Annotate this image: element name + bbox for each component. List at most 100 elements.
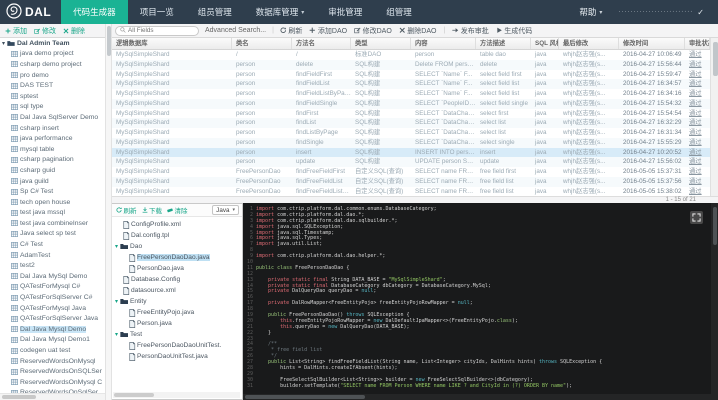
project-tree-item[interactable]: java demo project bbox=[0, 49, 105, 60]
project-tree-item[interactable]: ReservedWordsOnMysql bbox=[0, 356, 105, 367]
project-tree-item[interactable]: mysql table bbox=[0, 144, 105, 155]
project-tree-item[interactable]: java guild bbox=[0, 176, 105, 187]
file-tree-folder[interactable]: ▾ Dao bbox=[112, 241, 242, 252]
files-refresh-button[interactable]: 刷新 bbox=[116, 205, 137, 215]
approval-status-link[interactable]: 通过 bbox=[689, 188, 702, 195]
file-tree-file[interactable]: Database.Config bbox=[112, 274, 242, 285]
approval-status-link[interactable]: 通过 bbox=[689, 168, 702, 175]
table-scrollbar[interactable] bbox=[710, 38, 718, 196]
column-header-0[interactable]: 逻辑数据库 bbox=[112, 38, 232, 49]
fullscreen-button[interactable] bbox=[690, 211, 703, 224]
tree-close-button[interactable]: 删除 bbox=[63, 26, 85, 36]
project-tree-item[interactable]: java performance bbox=[0, 133, 105, 144]
tree-edit-button[interactable]: 修改 bbox=[34, 26, 56, 36]
project-tree-item[interactable]: csharp insert bbox=[0, 123, 105, 134]
column-header-1[interactable]: 类名 bbox=[232, 38, 292, 49]
project-tree-item[interactable]: codegen uat test bbox=[0, 345, 105, 356]
code-hscrollbar[interactable] bbox=[243, 394, 711, 400]
project-tree-item[interactable]: test java mssql bbox=[0, 208, 105, 219]
dao-refresh-button[interactable]: 刷新 bbox=[280, 26, 302, 36]
table-row[interactable]: MySqlSimpleShard person findList SQL构建 SELEC… bbox=[112, 118, 710, 128]
files-eraser-button[interactable]: 清除 bbox=[167, 205, 188, 215]
dao-send-button[interactable]: 发布审批 bbox=[452, 26, 489, 36]
approval-status-link[interactable]: 通过 bbox=[689, 100, 702, 107]
scrollbar-thumb[interactable] bbox=[107, 26, 111, 56]
table-row[interactable]: MySqlSimpleShard FreePersonDao findFreeFie… bbox=[112, 167, 710, 177]
file-tree-file[interactable]: FreePersonDaoDaoUnitTest. bbox=[112, 340, 242, 351]
project-tree-item[interactable]: Dal Java Mysql Demo bbox=[0, 324, 105, 335]
project-tree-item[interactable]: sql type bbox=[0, 102, 105, 113]
scrollbar-thumb[interactable] bbox=[245, 395, 365, 399]
scrollbar-thumb[interactable] bbox=[2, 395, 36, 399]
project-tree-item[interactable]: C# Test bbox=[0, 239, 105, 250]
approval-status-link[interactable]: 通过 bbox=[689, 90, 702, 97]
approval-status-link[interactable]: 通过 bbox=[689, 71, 702, 78]
approval-status-link[interactable]: 通过 bbox=[689, 110, 702, 117]
dao-close-button[interactable]: 删除DAO bbox=[399, 26, 436, 36]
dao-plus-button[interactable]: 添加DAO bbox=[309, 26, 347, 36]
help-menu[interactable]: 帮助 ▾ bbox=[579, 6, 602, 18]
project-tree-item[interactable]: test java combineInser bbox=[0, 218, 105, 229]
file-tree-file[interactable]: FreePersonDaoDao.java bbox=[112, 252, 242, 263]
table-row[interactable]: MySqlSimpleShard person findFieldSingle SQL… bbox=[112, 98, 710, 109]
file-tree-file[interactable]: PersonDao.java bbox=[112, 263, 242, 274]
project-tree-item[interactable]: pro demo bbox=[0, 70, 105, 81]
table-row[interactable]: MySqlSimpleShard person findFieldListByPag… bbox=[112, 89, 710, 99]
project-tree-item[interactable]: csharp guid bbox=[0, 165, 105, 176]
table-row[interactable]: MySqlSimpleShard person update SQL构建 UPDATE … bbox=[112, 157, 710, 167]
project-tree-item[interactable]: tech open house bbox=[0, 197, 105, 208]
file-tree-file[interactable]: PersonDaoUnitTest.java bbox=[112, 351, 242, 362]
table-row[interactable]: MySqlSimpleShard FreePersonDao findFreeFie… bbox=[112, 176, 710, 187]
dao-edit-button[interactable]: 修改DAO bbox=[354, 26, 392, 36]
approval-status-link[interactable]: 通过 bbox=[689, 139, 702, 146]
column-header-9[interactable]: 审批状态 bbox=[685, 38, 710, 49]
column-header-8[interactable]: 修改时间 bbox=[619, 38, 685, 49]
file-tree-file[interactable]: FreeEntityPojo.java bbox=[112, 307, 242, 318]
project-tree-item[interactable]: QATestForMysql Java bbox=[0, 303, 105, 314]
file-tree-folder[interactable]: ▾ Entity bbox=[112, 296, 242, 307]
project-tree-item[interactable]: Sp C# Test bbox=[0, 186, 105, 197]
project-tree-item[interactable]: ReservedWordsOnSQLSer bbox=[0, 366, 105, 377]
table-row[interactable]: MySqlSimpleShard person delete SQL构建 Delete … bbox=[112, 59, 710, 70]
project-tree-hscrollbar[interactable] bbox=[0, 393, 105, 400]
nav-item-2[interactable]: 组员管理 bbox=[186, 0, 244, 24]
table-row[interactable]: MySqlSimpleShard person findSingle SQL构建 SEL… bbox=[112, 137, 710, 148]
project-tree-item[interactable]: Java select sp test bbox=[0, 229, 105, 240]
files-download-button[interactable]: 下载 bbox=[142, 205, 162, 215]
nav-item-5[interactable]: 组管理 bbox=[374, 0, 424, 24]
language-select[interactable]: Java ▾ bbox=[212, 205, 239, 215]
column-header-2[interactable]: 方法名 bbox=[292, 38, 351, 49]
table-row[interactable]: MySqlSimpleShard person findFirst SQL构建 SELE… bbox=[112, 109, 710, 119]
approval-status-link[interactable]: 通过 bbox=[689, 129, 702, 136]
approval-status-link[interactable]: 通过 bbox=[689, 178, 702, 185]
user-menu[interactable]: ························· ✓ bbox=[618, 8, 704, 17]
table-row[interactable]: MySqlSimpleShard FreePersonDao findFreeFie… bbox=[112, 187, 710, 197]
code-vscrollbar[interactable] bbox=[711, 203, 718, 400]
project-tree-item[interactable]: test2 bbox=[0, 260, 105, 271]
project-tree-item[interactable]: DAS TEST bbox=[0, 80, 105, 91]
project-tree-item[interactable]: Dal Java SqlServer Demo bbox=[0, 112, 105, 123]
approval-status-link[interactable]: 通过 bbox=[689, 51, 702, 58]
nav-item-1[interactable]: 项目一览 bbox=[128, 0, 186, 24]
table-row[interactable]: MySqlSimpleShard person findListByPage SQL构… bbox=[112, 128, 710, 138]
project-tree-item[interactable]: QATestForMysql C# bbox=[0, 282, 105, 293]
nav-item-0[interactable]: 代码生成器 bbox=[61, 0, 128, 24]
column-header-6[interactable]: SQL 风格 bbox=[531, 38, 559, 49]
column-header-4[interactable]: 内容 bbox=[411, 38, 476, 49]
table-row[interactable]: MySqlSimpleShard person findFieldList SQL构建… bbox=[112, 79, 710, 89]
file-tree-folder[interactable]: ▾ Test bbox=[112, 329, 242, 340]
approval-status-link[interactable]: 通过 bbox=[689, 61, 702, 68]
project-tree-item[interactable]: QATestForSqlServer Java bbox=[0, 313, 105, 324]
app-logo[interactable]: DAL bbox=[0, 0, 61, 24]
column-header-5[interactable]: 方法描述 bbox=[476, 38, 531, 49]
file-tree-file[interactable]: ConfigProfile.xml bbox=[112, 219, 242, 230]
column-header-7[interactable]: 最后修改 bbox=[559, 38, 619, 49]
project-tree-scrollbar[interactable] bbox=[105, 24, 112, 400]
scrollbar-thumb[interactable] bbox=[713, 207, 717, 245]
approval-status-link[interactable]: 通过 bbox=[689, 158, 702, 165]
approval-status-link[interactable]: 通过 bbox=[689, 149, 702, 156]
approval-status-link[interactable]: 通过 bbox=[689, 80, 702, 87]
project-tree-item[interactable]: Dal Java Mysql Demo1 bbox=[0, 335, 105, 346]
file-tree-file[interactable]: datasource.xml bbox=[112, 285, 242, 296]
table-row[interactable]: MySqlSimpleShard person findFieldFirst SQL构… bbox=[112, 70, 710, 80]
